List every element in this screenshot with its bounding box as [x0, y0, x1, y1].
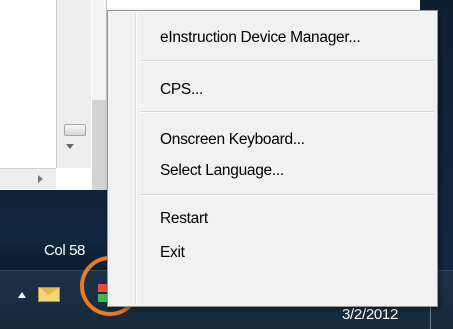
status-column-indicator: Col 58 — [44, 242, 85, 259]
horizontal-scrollbar[interactable] — [0, 168, 56, 189]
clock-date[interactable]: 3/2/2012 — [342, 306, 398, 323]
tray-context-menu: eInstruction Device Manager... CPS... On… — [107, 10, 438, 307]
vertical-scrollbar[interactable] — [56, 0, 91, 168]
menu-separator — [140, 194, 434, 196]
envelope-icon[interactable] — [38, 287, 60, 302]
screen: Col 58 3/2/2012 eInstruction Device Mana… — [0, 0, 453, 329]
menu-item-cps[interactable]: CPS... — [160, 81, 203, 99]
menu-item-select-language[interactable]: Select Language... — [160, 162, 284, 180]
chevron-up-icon[interactable] — [18, 292, 26, 298]
scroll-right-arrow-icon[interactable] — [38, 175, 43, 183]
menu-item-exit[interactable]: Exit — [160, 244, 185, 262]
scroll-down-arrow-icon[interactable] — [66, 144, 74, 149]
menu-separator — [140, 60, 434, 62]
scrollbar-thumb[interactable] — [64, 124, 86, 136]
menu-icon-gutter — [135, 13, 137, 304]
menu-separator — [140, 111, 434, 113]
menu-item-onscreen-keyboard[interactable]: Onscreen Keyboard... — [160, 131, 305, 149]
menu-item-device-manager[interactable]: eInstruction Device Manager... — [160, 29, 361, 47]
menu-item-restart[interactable]: Restart — [160, 210, 208, 228]
